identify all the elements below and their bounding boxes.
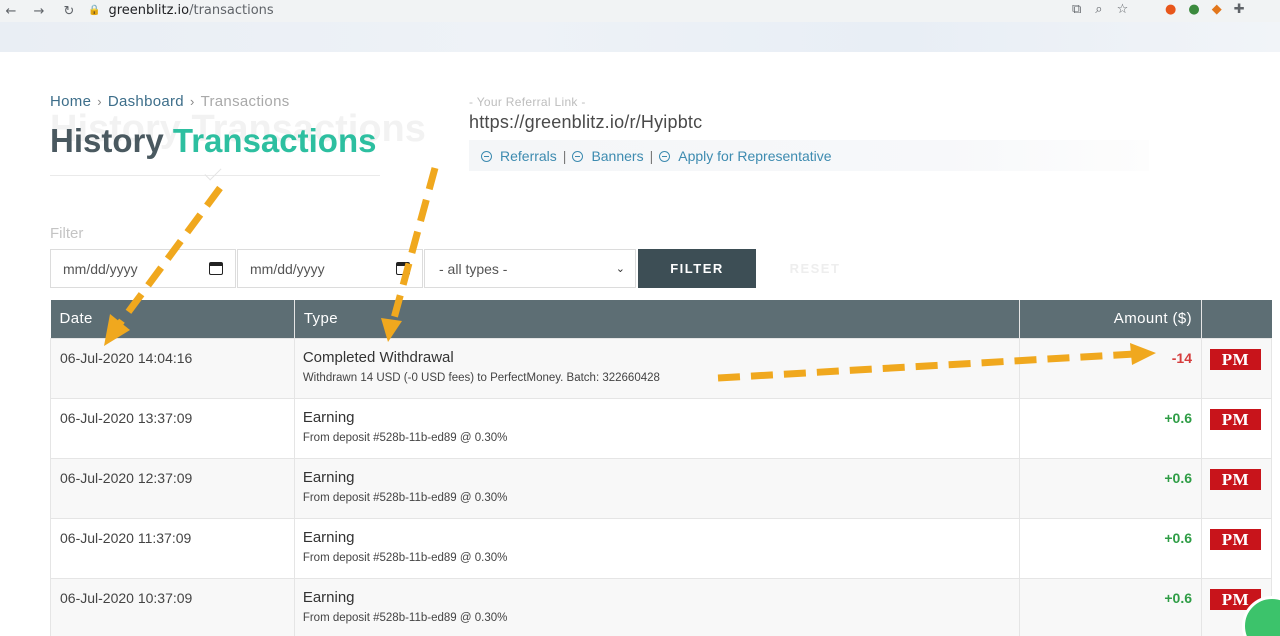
perfectmoney-logo-icon: PM: [1210, 528, 1261, 550]
banners-link[interactable]: Banners: [591, 148, 643, 164]
row-system-cell: PM: [1201, 517, 1272, 579]
row-type-cell: Earning From deposit #528b-11b-ed89 @ 0.…: [293, 457, 1021, 519]
column-header-type: Type: [294, 300, 1021, 338]
row-type-cell: Earning From deposit #528b-11b-ed89 @ 0.…: [293, 397, 1021, 459]
page-title-word2: Transactions: [172, 122, 377, 159]
lock-icon: 🔒: [88, 4, 101, 16]
row-type-cell: Completed Withdrawal Withdrawn 14 USD (-…: [293, 337, 1021, 399]
column-header-system: [1201, 300, 1272, 338]
extension-globe-icon[interactable]: ●: [1188, 2, 1199, 17]
forward-icon[interactable]: →: [28, 4, 50, 19]
calendar-icon[interactable]: [209, 262, 223, 275]
link-separator: |: [562, 147, 567, 164]
table-row: 06-Jul-2020 13:37:09 Earning From deposi…: [50, 397, 1272, 459]
calendar-icon[interactable]: [396, 262, 410, 275]
circle-minus-icon: [572, 151, 584, 162]
extension-fox-icon[interactable]: ◆: [1212, 2, 1222, 17]
filter-button[interactable]: FILTER: [638, 249, 756, 288]
date-from-input[interactable]: mm/dd/yyyy: [50, 249, 236, 288]
date-from-placeholder: mm/dd/yyyy: [63, 260, 138, 277]
row-system-cell: PM: [1201, 457, 1272, 519]
row-amount: +0.6: [1019, 457, 1202, 519]
browser-toolbar: ← → ↻ 🔒 greenblitz.io /transactions ⧉ ⌕ …: [0, 0, 1280, 22]
table-row: 06-Jul-2020 14:04:16 Completed Withdrawa…: [50, 337, 1272, 399]
column-header-date: Date: [50, 300, 295, 338]
address-bar[interactable]: 🔒 greenblitz.io /transactions: [80, 0, 1155, 20]
referral-url[interactable]: https://greenblitz.io/r/Hyipbtc: [469, 112, 702, 133]
table-row: 06-Jul-2020 11:37:09 Earning From deposi…: [50, 517, 1272, 579]
bookmark-star-icon[interactable]: ☆: [1117, 2, 1129, 17]
chevron-down-icon: ⌄: [615, 263, 625, 275]
row-description: From deposit #528b-11b-ed89 @ 0.30%: [302, 431, 508, 444]
row-description: Withdrawn 14 USD (-0 USD fees) to Perfec…: [302, 371, 660, 384]
url-path: /transactions: [189, 2, 274, 18]
row-date: 06-Jul-2020 10:37:09: [50, 577, 295, 636]
referral-label: - Your Referral Link -: [469, 95, 586, 109]
row-type: Earning: [302, 408, 355, 426]
reset-button[interactable]: RESET: [770, 249, 860, 288]
apply-representative-link[interactable]: Apply for Representative: [678, 148, 831, 164]
referrals-link[interactable]: Referrals: [500, 148, 557, 164]
row-description: From deposit #528b-11b-ed89 @ 0.30%: [302, 491, 508, 504]
extension-fire-icon[interactable]: ●: [1165, 2, 1176, 17]
row-amount: +0.6: [1019, 517, 1202, 579]
breadcrumb-separator-icon: ›: [189, 94, 195, 109]
circle-minus-icon: [481, 151, 492, 162]
zoom-icon[interactable]: ⌕: [1095, 2, 1102, 17]
row-date: 06-Jul-2020 14:04:16: [50, 337, 295, 399]
site-header-band: [0, 22, 1280, 52]
page-title-word1: History: [50, 122, 164, 159]
row-date: 06-Jul-2020 11:37:09: [50, 517, 295, 579]
circle-minus-icon: [659, 151, 671, 162]
breadcrumb-separator-icon: ›: [97, 94, 102, 109]
reload-icon[interactable]: ↻: [58, 4, 80, 19]
column-header-amount: Amount ($): [1019, 300, 1202, 338]
perfectmoney-logo-icon: PM: [1210, 348, 1261, 370]
row-date: 06-Jul-2020 12:37:09: [50, 457, 295, 519]
perfectmoney-logo-icon: PM: [1210, 408, 1261, 430]
row-type: Earning: [302, 468, 355, 486]
row-amount: +0.6: [1019, 397, 1202, 459]
page-title: History Transactions: [50, 122, 376, 160]
back-icon[interactable]: ←: [0, 4, 22, 19]
referral-links-bar: Referrals | Banners | Apply for Represen…: [469, 140, 1149, 171]
arrow-to-type: [389, 167, 439, 323]
perfectmoney-logo-icon: PM: [1210, 468, 1261, 490]
table-row: 06-Jul-2020 12:37:09 Earning From deposi…: [50, 457, 1272, 519]
row-system-cell: PM: [1201, 337, 1272, 399]
extensions-puzzle-icon[interactable]: ✚: [1234, 2, 1245, 17]
row-amount: +0.6: [1019, 577, 1202, 636]
row-date: 06-Jul-2020 13:37:09: [50, 397, 295, 459]
row-amount: -14: [1019, 337, 1202, 399]
table-header-row: Date Type Amount ($): [50, 300, 1272, 338]
row-description: From deposit #528b-11b-ed89 @ 0.30%: [302, 611, 508, 624]
url-host: greenblitz.io: [108, 2, 190, 18]
transactions-table: Date Type Amount ($) 06-Jul-2020 14:04:1…: [50, 300, 1272, 636]
filter-label: Filter: [50, 225, 84, 242]
row-type: Earning: [302, 528, 355, 546]
row-description: From deposit #528b-11b-ed89 @ 0.30%: [302, 551, 508, 564]
table-row: 06-Jul-2020 10:37:09 Earning From deposi…: [50, 577, 1272, 636]
row-system-cell: PM: [1201, 397, 1272, 459]
row-type-cell: Earning From deposit #528b-11b-ed89 @ 0.…: [293, 577, 1021, 636]
link-separator: |: [649, 147, 654, 164]
row-type: Completed Withdrawal: [302, 348, 454, 366]
row-type: Earning: [302, 588, 355, 606]
translate-icon[interactable]: ⧉: [1072, 2, 1081, 17]
type-select[interactable]: - all types - ⌄: [424, 249, 636, 288]
date-to-placeholder: mm/dd/yyyy: [250, 260, 325, 277]
date-to-input[interactable]: mm/dd/yyyy: [237, 249, 423, 288]
row-type-cell: Earning From deposit #528b-11b-ed89 @ 0.…: [293, 517, 1021, 579]
type-select-value: - all types -: [439, 260, 508, 277]
